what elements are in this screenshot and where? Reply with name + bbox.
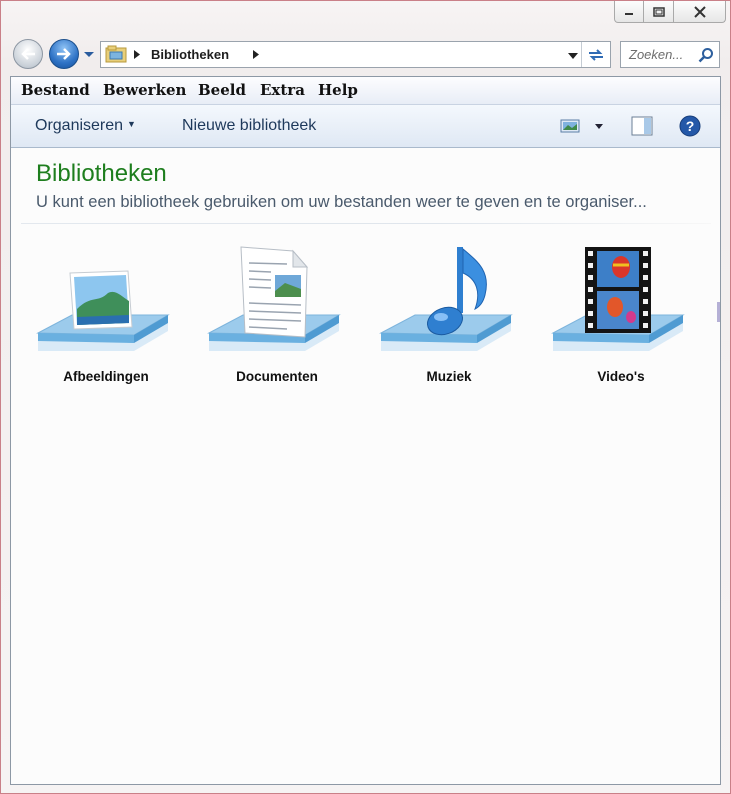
help-icon[interactable]: ? <box>679 115 701 137</box>
scrollbar-edge <box>717 302 720 322</box>
preview-pane-icon[interactable] <box>631 116 653 136</box>
restore-icon <box>652 6 665 17</box>
explorer-content-frame: Bestand Bewerken Beeld Extra Help Organi… <box>10 76 721 785</box>
svg-text:?: ? <box>686 118 695 134</box>
command-bar: Organiseren ▼ Nieuwe bibliotheek ? <box>11 105 720 148</box>
menu-file[interactable]: Bestand <box>21 81 90 99</box>
address-bar[interactable]: Bibliotheken <box>100 41 611 68</box>
new-library-button[interactable]: Nieuwe bibliotheek <box>182 117 316 135</box>
breadcrumb-arrow-icon[interactable] <box>253 50 259 59</box>
page-description: U kunt een bibliotheek gebruiken om uw b… <box>36 193 647 211</box>
organize-button[interactable]: Organiseren ▼ <box>35 117 136 135</box>
header-divider <box>21 223 711 224</box>
caption-buttons <box>614 1 726 23</box>
documents-library-icon <box>207 246 341 351</box>
library-label-videos: Video's <box>597 369 645 384</box>
organize-dropdown-icon: ▼ <box>127 119 136 129</box>
library-label-pictures: Afbeeldingen <box>63 369 149 384</box>
music-library-icon <box>379 247 513 351</box>
menu-help[interactable]: Help <box>318 81 358 99</box>
page-title: Bibliotheken <box>36 160 167 187</box>
library-videos[interactable]: Video's <box>551 245 691 385</box>
menu-tools[interactable]: Extra <box>260 81 305 99</box>
minimize-icon <box>625 12 633 15</box>
explorer-window: Bibliotheken Zoeken... Bestand Bewerken … <box>0 0 731 794</box>
library-label-documents: Documenten <box>236 369 318 384</box>
library-pictures[interactable]: Afbeeldingen <box>36 245 176 385</box>
menu-view[interactable]: Beeld <box>198 81 246 99</box>
breadcrumb-libraries[interactable]: Bibliotheken <box>151 47 229 62</box>
back-button[interactable] <box>13 39 43 69</box>
back-arrow-icon <box>21 48 35 60</box>
change-view-icon[interactable] <box>560 118 580 134</box>
address-dropdown-icon[interactable] <box>568 53 578 59</box>
organize-label: Organiseren <box>35 117 124 134</box>
library-label-music: Muziek <box>426 369 472 384</box>
view-dropdown-icon[interactable] <box>595 124 603 129</box>
search-box[interactable]: Zoeken... <box>620 41 720 68</box>
minimize-button[interactable] <box>614 1 644 23</box>
videos-library-icon <box>551 247 685 351</box>
maximize-button[interactable] <box>644 1 674 23</box>
search-icon[interactable] <box>698 47 714 63</box>
pictures-library-icon <box>36 270 170 351</box>
forward-button[interactable] <box>49 39 79 69</box>
search-placeholder: Zoeken... <box>629 47 684 62</box>
recent-pages-dropdown-icon[interactable] <box>83 51 95 59</box>
close-icon <box>693 5 706 18</box>
close-button[interactable] <box>674 1 726 23</box>
refresh-icon <box>589 48 603 61</box>
menu-bar: Bestand Bewerken Beeld Extra Help <box>11 77 720 105</box>
forward-arrow-icon <box>57 48 71 60</box>
library-documents[interactable]: Documenten <box>207 245 347 385</box>
menu-edit[interactable]: Bewerken <box>103 81 186 99</box>
library-music[interactable]: Muziek <box>379 245 519 385</box>
breadcrumb-arrow-icon[interactable] <box>134 50 140 59</box>
refresh-button[interactable] <box>581 42 610 67</box>
navigation-bar: Bibliotheken Zoeken... <box>1 37 730 73</box>
libraries-folder-icon <box>105 45 127 63</box>
